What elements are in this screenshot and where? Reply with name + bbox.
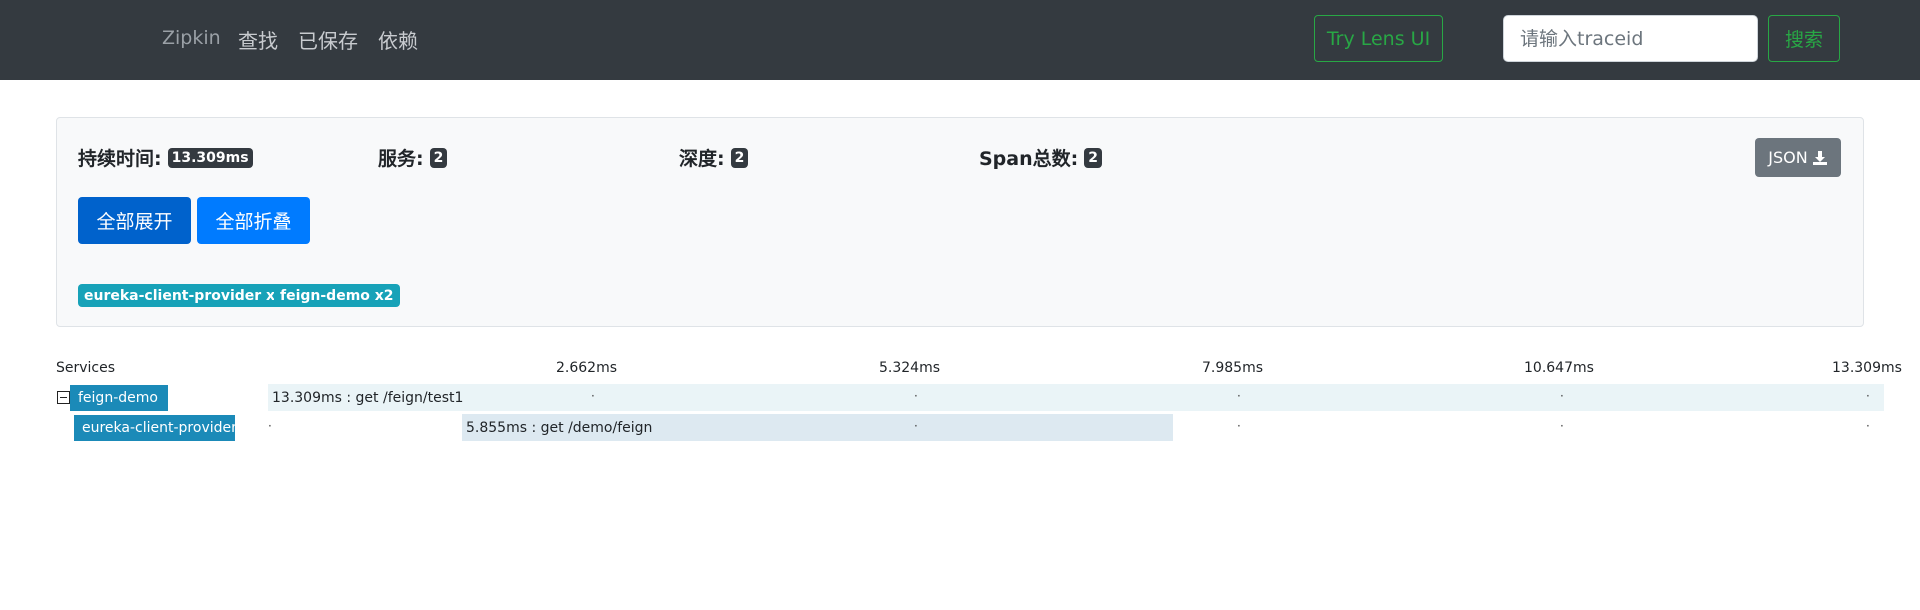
span-count-label: Span总数: bbox=[979, 148, 1079, 170]
span-count-badge: 2 bbox=[1084, 147, 1102, 168]
span-service-label-eureka-client-provider[interactable]: eureka-client-provider bbox=[74, 415, 237, 441]
services-label: 服务: bbox=[378, 148, 424, 170]
nav-link-dependencies[interactable]: 依赖 bbox=[378, 25, 418, 54]
json-button-label: JSON bbox=[1768, 148, 1808, 167]
services-column-header: Services bbox=[56, 360, 116, 376]
timeline-tick-4: 10.647ms bbox=[1524, 360, 1594, 376]
traceid-search-input[interactable] bbox=[1503, 15, 1758, 62]
try-lens-ui-button[interactable]: Try Lens UI bbox=[1314, 15, 1443, 62]
collapse-toggle-icon[interactable] bbox=[57, 391, 70, 404]
collapse-all-button[interactable]: 全部折叠 bbox=[197, 197, 310, 244]
timeline-tick-1: 2.662ms bbox=[556, 360, 618, 376]
search-button[interactable]: 搜索 bbox=[1768, 15, 1840, 62]
brand-logo[interactable]: Zipkin bbox=[162, 27, 221, 49]
services-stat: 服务: 2 bbox=[378, 144, 448, 171]
span-service-label-feign-demo[interactable]: feign-demo bbox=[70, 385, 168, 411]
grid-dot: · bbox=[1866, 419, 1870, 433]
nav-link-saved[interactable]: 已保存 bbox=[298, 25, 358, 54]
timeline-tick-3: 7.985ms bbox=[1202, 360, 1264, 376]
service-tag-feign-demo[interactable]: feign-demo x2 bbox=[274, 284, 400, 307]
timeline-tick-2: 5.324ms bbox=[879, 360, 941, 376]
grid-dot: · bbox=[1560, 389, 1564, 403]
service-tag-eureka-client-provider[interactable]: eureka-client-provider x1 bbox=[78, 284, 291, 307]
nav-link-find[interactable]: 查找 bbox=[238, 25, 278, 54]
duration-badge: 13.309ms bbox=[167, 147, 253, 168]
timeline-tick-5: 13.309ms bbox=[1832, 360, 1902, 376]
services-badge: 2 bbox=[429, 147, 448, 168]
grid-dot: · bbox=[1866, 389, 1870, 403]
span-bar-demo-feign[interactable]: 5.855ms : get /demo/feign bbox=[462, 414, 1173, 441]
depth-badge: 2 bbox=[730, 147, 749, 168]
span-count-stat: Span总数: 2 bbox=[979, 144, 1102, 171]
grid-dot: · bbox=[1237, 419, 1241, 433]
grid-dot: · bbox=[591, 389, 595, 403]
download-icon bbox=[1812, 150, 1827, 165]
grid-dot: · bbox=[914, 389, 918, 403]
grid-dot: · bbox=[1237, 389, 1241, 403]
grid-dot: · bbox=[1560, 419, 1564, 433]
json-download-button[interactable]: JSON bbox=[1755, 138, 1841, 177]
depth-stat: 深度: 2 bbox=[679, 144, 749, 171]
grid-dot: · bbox=[268, 419, 272, 433]
duration-label: 持续时间: bbox=[78, 148, 162, 170]
expand-all-button[interactable]: 全部展开 bbox=[78, 197, 191, 244]
duration-stat: 持续时间: 13.309ms bbox=[78, 144, 253, 171]
depth-label: 深度: bbox=[679, 148, 725, 170]
span-bar-feign-test1[interactable]: 13.309ms : get /feign/test1 bbox=[268, 384, 1884, 411]
trace-summary-card: 持续时间: 13.309ms 服务: 2 深度: 2 Span总数: 2 JSO… bbox=[56, 117, 1864, 327]
top-navbar: Zipkin 查找 已保存 依赖 Try Lens UI 搜索 bbox=[0, 0, 1920, 80]
grid-dot: · bbox=[914, 419, 918, 433]
